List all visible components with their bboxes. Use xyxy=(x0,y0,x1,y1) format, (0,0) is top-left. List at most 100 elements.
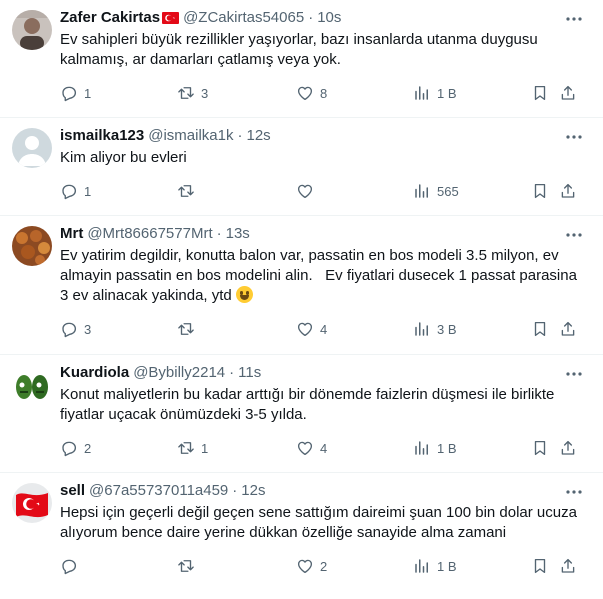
bookmark-button[interactable] xyxy=(531,84,549,102)
action-bar: 1 565 xyxy=(60,174,587,208)
view-count: 565 xyxy=(437,183,459,199)
views-button[interactable]: 1 B xyxy=(413,439,457,457)
timestamp[interactable]: 12s xyxy=(247,126,271,146)
action-bar: 2 1 4 1 B xyxy=(60,431,587,465)
more-options-button[interactable] xyxy=(565,365,583,383)
like-button[interactable] xyxy=(296,182,320,200)
display-name[interactable]: Mrt xyxy=(60,224,83,244)
view-count: 1 B xyxy=(437,85,457,101)
views-button[interactable]: 1 B xyxy=(413,557,457,575)
views-icon xyxy=(415,441,428,455)
reply-count: 1 xyxy=(84,85,92,101)
reply-button[interactable] xyxy=(60,557,84,575)
views-icon xyxy=(415,559,428,573)
timestamp[interactable]: 11s xyxy=(238,363,261,383)
display-name[interactable]: Zafer Cakirtas xyxy=(60,8,160,28)
avatar[interactable] xyxy=(12,226,52,266)
display-name[interactable]: sell xyxy=(60,481,85,501)
display-name[interactable]: ismailka123 xyxy=(60,126,144,146)
tweet-item[interactable]: Mrt @Mrt86667577Mrt · 13s Ev yatirim deg… xyxy=(0,216,603,355)
like-button[interactable]: 8 xyxy=(296,84,327,102)
views-button[interactable]: 1 B xyxy=(413,84,457,102)
more-icon xyxy=(566,490,582,494)
tweet-text: Konut maliyetlerin bu kadar arttığı bir … xyxy=(60,386,559,423)
share-button[interactable] xyxy=(559,439,577,457)
action-bar: 2 1 B xyxy=(60,549,587,583)
more-options-button[interactable] xyxy=(565,10,583,28)
tweet-item[interactable]: Kuardiola @Bybilly2214 · 11s Konut maliy… xyxy=(0,355,603,473)
user-handle[interactable]: @Bybilly2214 xyxy=(133,363,225,383)
bookmark-button[interactable] xyxy=(531,182,549,200)
share-icon xyxy=(561,321,575,336)
heart-icon xyxy=(297,441,313,456)
user-handle[interactable]: @ismailka1k xyxy=(148,126,233,146)
reply-icon xyxy=(62,322,77,338)
bookmark-button[interactable] xyxy=(531,439,549,457)
timestamp[interactable]: 10s xyxy=(317,8,341,28)
user-handle[interactable]: @ZCakirtas54065 xyxy=(183,8,304,28)
reply-button[interactable]: 1 xyxy=(60,182,91,200)
more-icon xyxy=(566,135,582,139)
like-button[interactable]: 4 xyxy=(296,320,327,338)
retweet-button[interactable] xyxy=(177,320,201,338)
bookmark-icon xyxy=(534,183,546,199)
more-icon xyxy=(566,233,582,237)
views-button[interactable]: 565 xyxy=(413,182,459,200)
view-count: 1 B xyxy=(437,440,457,456)
share-button[interactable] xyxy=(559,182,577,200)
retweet-button[interactable] xyxy=(177,557,201,575)
retweet-button[interactable]: 3 xyxy=(177,84,208,102)
tweet-item[interactable]: ismailka123 @ismailka1k · 12s Kim aliyor… xyxy=(0,118,603,216)
reply-icon xyxy=(62,441,77,457)
more-options-button[interactable] xyxy=(565,226,583,244)
user-handle[interactable]: @67a55737011a459 xyxy=(89,481,228,501)
display-name[interactable]: Kuardiola xyxy=(60,363,129,383)
retweet-icon xyxy=(178,87,194,99)
bookmark-button[interactable] xyxy=(531,320,549,338)
tweet-item[interactable]: sell @67a55737011a459 · 12s Hepsi için g… xyxy=(0,473,603,599)
share-icon xyxy=(561,558,575,573)
reply-button[interactable]: 2 xyxy=(60,439,91,457)
more-options-button[interactable] xyxy=(565,128,583,146)
views-icon xyxy=(415,86,428,100)
reply-button[interactable]: 1 xyxy=(60,84,91,102)
like-count: 4 xyxy=(320,440,328,456)
share-icon xyxy=(561,183,575,198)
retweet-button[interactable] xyxy=(177,182,201,200)
share-button[interactable] xyxy=(559,557,577,575)
tweet-text: Kim aliyor bu evleri xyxy=(60,149,187,166)
views-button[interactable]: 3 B xyxy=(413,320,457,338)
turkey-flag-icon xyxy=(162,12,180,24)
more-icon xyxy=(566,372,582,376)
like-count: 8 xyxy=(320,85,328,101)
share-icon xyxy=(561,440,575,455)
tweet-text: Ev sahipleri büyük rezillikler yaşıyorla… xyxy=(60,31,542,68)
retweet-button[interactable]: 1 xyxy=(177,439,208,457)
view-count: 1 B xyxy=(437,558,457,574)
separator-dot: · xyxy=(229,364,235,381)
share-icon xyxy=(561,85,575,100)
tweet-text: Hepsi için geçerli değil geçen sene satt… xyxy=(60,504,582,541)
like-button[interactable]: 4 xyxy=(296,439,327,457)
timestamp[interactable]: 12s xyxy=(241,481,265,501)
like-button[interactable]: 2 xyxy=(296,557,327,575)
avatar[interactable] xyxy=(12,365,52,405)
bookmark-button[interactable] xyxy=(531,557,549,575)
heart-icon xyxy=(297,559,313,574)
share-button[interactable] xyxy=(559,84,577,102)
views-icon xyxy=(415,184,428,198)
reply-button[interactable]: 3 xyxy=(60,320,91,338)
user-handle[interactable]: @Mrt86667577Mrt xyxy=(87,224,212,244)
share-button[interactable] xyxy=(559,320,577,338)
tweet-item[interactable]: Zafer Cakirtas @ZCakirtas54065 · 10s Ev … xyxy=(0,0,603,118)
timestamp[interactable]: 13s xyxy=(226,224,250,244)
reply-count: 3 xyxy=(84,321,92,337)
avatar[interactable] xyxy=(12,128,52,168)
more-options-button[interactable] xyxy=(565,483,583,501)
tweet-feed: Zafer Cakirtas @ZCakirtas54065 · 10s Ev … xyxy=(0,0,603,599)
retweet-icon xyxy=(178,323,194,335)
bookmark-icon xyxy=(534,321,546,337)
retweet-icon xyxy=(178,185,194,197)
avatar[interactable] xyxy=(12,483,52,523)
avatar[interactable] xyxy=(12,10,52,50)
